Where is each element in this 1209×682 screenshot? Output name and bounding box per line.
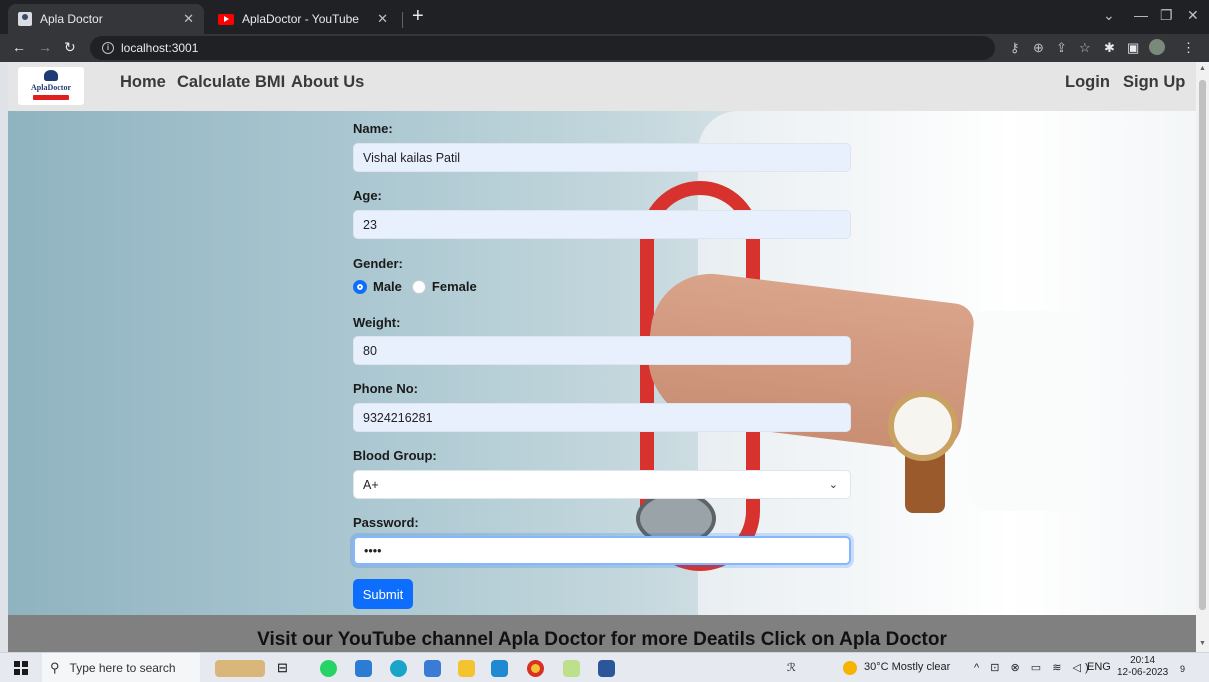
nav-home[interactable]: Home [120,73,166,92]
gender-male-radio[interactable] [353,279,367,294]
new-tab-icon[interactable]: + [412,5,424,28]
search-highlight-icon[interactable] [215,660,265,677]
weather-text[interactable]: 30°C Mostly clear [864,661,950,673]
mail-icon[interactable] [355,660,372,677]
search-icon: ⚲ [50,660,60,675]
forward-icon[interactable]: → [38,39,52,55]
browser-toolbar: ← → ↻ i localhost:3001 ⚷ ⊕ ⇪ ☆ ✱ ▣ ⋮ [0,34,1209,62]
gender-radio-group: Male Female [353,279,477,294]
chevron-down-icon: ⌄ [828,479,838,491]
gender-male-label[interactable]: Male [373,279,402,294]
weather-icon[interactable] [843,661,857,675]
site-logo[interactable]: AplaDoctor [18,67,84,105]
weight-label: Weight: [353,315,401,330]
age-label: Age: [353,188,382,203]
people-icon[interactable]: ℛ [787,661,796,674]
chrome-icon[interactable] [527,660,544,677]
close-tab-icon[interactable]: ✕ [183,11,194,27]
search-placeholder: Type here to search [69,661,176,675]
nav-login[interactable]: Login [1065,73,1110,92]
tab-divider [402,12,403,28]
name-input[interactable]: Vishal kailas Patil [353,143,851,172]
tab-title: Apla Doctor [40,12,103,26]
wristwatch-image [888,391,958,461]
back-icon[interactable]: ← [12,39,26,55]
page-scrollbar[interactable]: ▲ ▼ [1196,62,1209,652]
footer-text[interactable]: Visit our YouTube channel Apla Doctor fo… [257,629,947,650]
edge-icon[interactable] [390,660,407,677]
site-navbar: AplaDoctor Home Calculate BMI About Us L… [8,62,1196,111]
phone-input[interactable]: 9324216281 [353,403,851,432]
blood-group-select[interactable]: A+ ⌄ [353,470,851,499]
scroll-down-icon[interactable]: ▼ [1199,640,1206,647]
nav-about-us[interactable]: About Us [291,73,364,92]
close-window-icon[interactable]: ✕ [1187,7,1199,24]
doctor-logo-icon [44,70,58,81]
taskbar-search-box[interactable]: ⚲ Type here to search [42,653,200,682]
close-tab-icon[interactable]: ✕ [377,11,388,27]
tab-youtube[interactable]: AplaDoctor - YouTube ✕ [208,4,398,34]
paint-icon[interactable] [563,660,580,677]
scroll-up-icon[interactable]: ▲ [1199,65,1206,72]
side-panel-icon[interactable]: ▣ [1127,40,1139,56]
notification-icon[interactable]: 9 [1180,664,1185,674]
blood-group-label: Blood Group: [353,448,437,463]
windows-taskbar: ⚲ Type here to search ⊟ ℛ 30°C Mostly cl… [0,652,1209,682]
extensions-icon[interactable]: ✱ [1104,40,1115,56]
vscode-icon[interactable] [491,660,508,677]
phone-label: Phone No: [353,381,418,396]
site-info-icon[interactable]: i [102,42,114,54]
youtube-favicon-icon [218,13,234,25]
bookmark-star-icon[interactable]: ☆ [1079,40,1091,56]
share-icon[interactable]: ⇪ [1056,40,1067,56]
install-app-icon[interactable]: ⊕ [1033,40,1044,56]
tab-apla-doctor[interactable]: Apla Doctor ✕ [8,4,204,34]
scrollbar-thumb[interactable] [1199,80,1206,610]
footer-banner: Visit our YouTube channel Apla Doctor fo… [8,615,1196,652]
nav-calculate-bmi[interactable]: Calculate BMI [177,73,285,92]
word-icon[interactable] [598,660,615,677]
blood-group-value: A+ [363,477,379,492]
tab-title: AplaDoctor - YouTube [242,12,359,26]
hero-background: Name: Vishal kailas Patil Age: 23 Gender… [8,111,1196,615]
weight-input[interactable]: 80 [353,336,851,365]
name-label: Name: [353,121,393,136]
maximize-icon[interactable]: ❐ [1160,7,1173,24]
doctor-favicon-icon [18,12,32,26]
password-input[interactable]: •••• [353,536,851,565]
reload-icon[interactable]: ↻ [64,39,76,56]
submit-button[interactable]: Submit [353,579,413,609]
address-bar[interactable]: i localhost:3001 [90,36,995,60]
gender-label: Gender: [353,256,403,271]
clock-time: 20:14 [1130,655,1156,666]
web-page: AplaDoctor Home Calculate BMI About Us L… [8,62,1196,652]
password-label: Password: [353,515,419,530]
photos-icon[interactable] [424,660,441,677]
url-text: localhost:3001 [121,41,199,55]
youtube-badge-icon [33,95,69,100]
age-input[interactable]: 23 [353,210,851,239]
whatsapp-icon[interactable] [320,660,337,677]
logo-text: AplaDoctor [31,83,71,92]
minimize-icon[interactable]: — [1134,7,1148,23]
task-view-icon[interactable]: ⊟ [277,660,294,677]
clock-date: 12-06-2023 [1117,667,1169,678]
coat-cuff-image [968,311,1088,511]
language-indicator[interactable]: ENG [1087,661,1111,673]
gender-female-label[interactable]: Female [432,279,477,294]
file-explorer-icon[interactable] [458,660,475,677]
windows-start-icon[interactable] [14,661,28,675]
nav-sign-up[interactable]: Sign Up [1123,73,1185,92]
gender-female-radio[interactable] [411,279,426,294]
profile-avatar-icon[interactable] [1149,39,1165,55]
taskbar-clock[interactable]: 20:14 12-06-2023 [1117,655,1168,679]
tab-search-icon[interactable]: ⌄ [1103,7,1115,24]
menu-kebab-icon[interactable]: ⋮ [1182,40,1195,56]
notification-count: 9 [1180,664,1186,674]
browser-tab-strip: Apla Doctor ✕ AplaDoctor - YouTube ✕ + ⌄… [0,0,1209,34]
system-tray-icons[interactable]: ^ ⊡ ⊗ ▭ ≋ ◁) [974,661,1093,674]
key-icon[interactable]: ⚷ [1010,40,1020,56]
